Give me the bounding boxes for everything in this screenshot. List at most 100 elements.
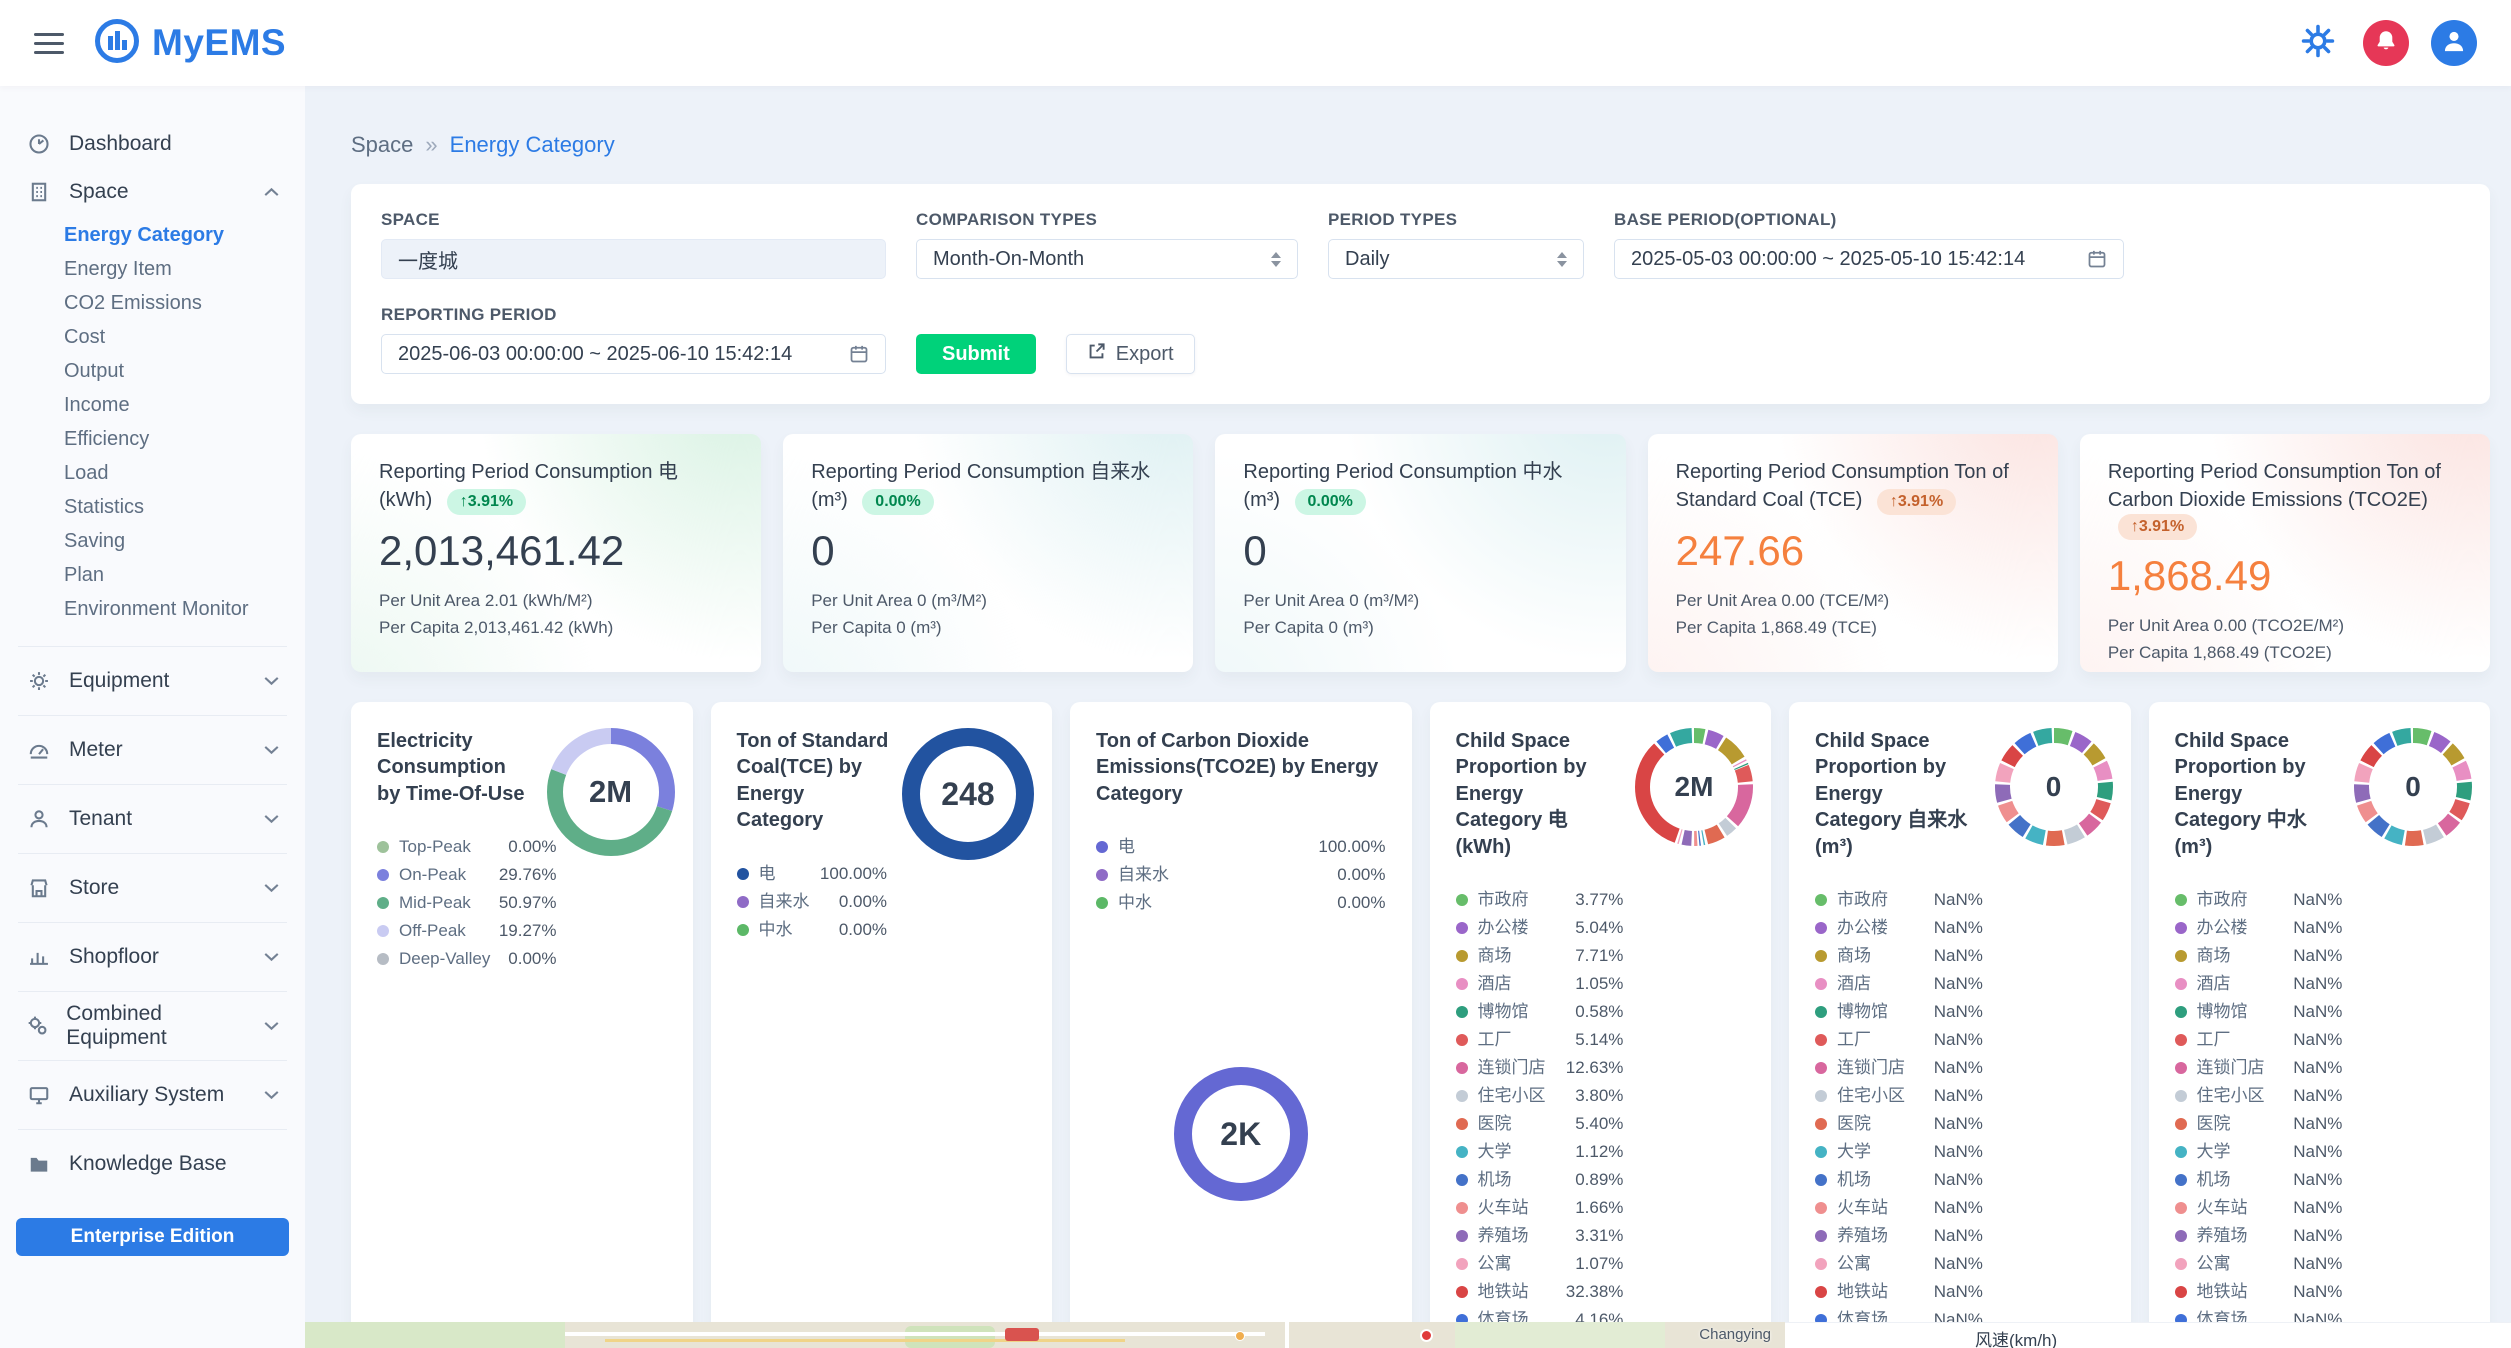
legend-item[interactable]: 养殖场3.31% bbox=[1456, 1222, 1624, 1250]
legend-item[interactable]: 商场NaN% bbox=[1815, 942, 1983, 970]
legend-item[interactable]: 火车站NaN% bbox=[2175, 1194, 2343, 1222]
brand-logo-icon bbox=[94, 18, 140, 69]
sidebar-item-dashboard[interactable]: Dashboard bbox=[0, 120, 305, 168]
legend-item[interactable]: 机场NaN% bbox=[1815, 1166, 1983, 1194]
legend-item[interactable]: 连锁门店NaN% bbox=[1815, 1054, 1983, 1082]
sidebar-item-auxiliary-system[interactable]: Auxiliary System bbox=[0, 1071, 305, 1119]
legend-item[interactable]: 机场NaN% bbox=[2175, 1166, 2343, 1194]
submit-button[interactable]: Submit bbox=[916, 334, 1036, 374]
menu-toggle-icon[interactable] bbox=[34, 33, 64, 54]
legend-item[interactable]: 电100.00% bbox=[737, 860, 888, 888]
legend-swatch bbox=[1456, 1230, 1468, 1242]
notifications-button[interactable] bbox=[2363, 20, 2409, 66]
legend-item[interactable]: Off-Peak19.27% bbox=[377, 917, 556, 945]
legend-item[interactable]: Deep-Valley0.00% bbox=[377, 945, 556, 973]
legend-item[interactable]: 博物馆0.58% bbox=[1456, 998, 1624, 1026]
sidebar-subitem[interactable]: CO2 Emissions bbox=[0, 286, 305, 320]
legend-item[interactable]: 办公楼NaN% bbox=[1815, 914, 1983, 942]
legend-item[interactable]: Mid-Peak50.97% bbox=[377, 889, 556, 917]
sidebar-subitem[interactable]: Output bbox=[0, 354, 305, 388]
account-button[interactable] bbox=[2431, 20, 2477, 66]
space-input[interactable]: 一度城 bbox=[381, 239, 886, 279]
sidebar-item-space[interactable]: Space bbox=[0, 168, 305, 216]
legend-item[interactable]: 连锁门店NaN% bbox=[2175, 1054, 2343, 1082]
map-preview[interactable]: Changying bbox=[305, 1322, 1785, 1348]
legend-item[interactable]: 办公楼NaN% bbox=[2175, 914, 2343, 942]
legend-item[interactable]: 工厂NaN% bbox=[1815, 1026, 1983, 1054]
legend-item[interactable]: 医院NaN% bbox=[2175, 1110, 2343, 1138]
base-period-label: BASE PERIOD(OPTIONAL) bbox=[1614, 210, 2124, 230]
legend-item[interactable]: 公寓NaN% bbox=[2175, 1250, 2343, 1278]
legend-item[interactable]: 火车站1.66% bbox=[1456, 1194, 1624, 1222]
legend-item[interactable]: Top-Peak0.00% bbox=[377, 833, 556, 861]
sidebar-item-meter[interactable]: Meter bbox=[0, 726, 305, 774]
sidebar-item-combined-equipment[interactable]: Combined Equipment bbox=[0, 1002, 305, 1050]
legend-label: 养殖场 bbox=[1478, 1226, 1529, 1246]
legend-item[interactable]: 工厂NaN% bbox=[2175, 1026, 2343, 1054]
legend-item[interactable]: 市政府NaN% bbox=[1815, 886, 1983, 914]
legend-item[interactable]: 博物馆NaN% bbox=[1815, 998, 1983, 1026]
legend-label: 医院 bbox=[1478, 1114, 1512, 1134]
legend-item[interactable]: 住宅小区NaN% bbox=[2175, 1082, 2343, 1110]
sidebar-subitem[interactable]: Plan bbox=[0, 558, 305, 592]
legend-item[interactable]: 大学NaN% bbox=[1815, 1138, 1983, 1166]
sidebar-subitem[interactable]: Energy Category bbox=[0, 218, 305, 252]
sidebar-subitem[interactable]: Cost bbox=[0, 320, 305, 354]
legend-item[interactable]: 公寓1.07% bbox=[1456, 1250, 1624, 1278]
legend-item[interactable]: 自来水0.00% bbox=[1096, 861, 1386, 889]
reporting-period-input[interactable]: 2025-06-03 00:00:00 ~ 2025-06-10 15:42:1… bbox=[381, 334, 886, 374]
breadcrumb-space[interactable]: Space bbox=[351, 132, 413, 157]
legend-item[interactable]: 大学1.12% bbox=[1456, 1138, 1624, 1166]
legend-item[interactable]: 工厂5.14% bbox=[1456, 1026, 1624, 1054]
sidebar-subitem[interactable]: Energy Item bbox=[0, 252, 305, 286]
sidebar-item-label: Combined Equipment bbox=[66, 1002, 247, 1050]
sidebar-item-tenant[interactable]: Tenant bbox=[0, 795, 305, 843]
legend-item[interactable]: 火车站NaN% bbox=[1815, 1194, 1983, 1222]
sidebar-subitem[interactable]: Load bbox=[0, 456, 305, 490]
sidebar-item-equipment[interactable]: Equipment bbox=[0, 657, 305, 705]
legend-item[interactable]: 自来水0.00% bbox=[737, 888, 888, 916]
legend-item[interactable]: 博物馆NaN% bbox=[2175, 998, 2343, 1026]
legend-item[interactable]: 养殖场NaN% bbox=[1815, 1222, 1983, 1250]
legend-item[interactable]: 地铁站32.38% bbox=[1456, 1278, 1624, 1306]
legend-item[interactable]: 地铁站NaN% bbox=[2175, 1278, 2343, 1306]
legend-item[interactable]: 公寓NaN% bbox=[1815, 1250, 1983, 1278]
sidebar-subitem[interactable]: Saving bbox=[0, 524, 305, 558]
legend-item[interactable]: 机场0.89% bbox=[1456, 1166, 1624, 1194]
brand-logo[interactable]: MyEMS bbox=[94, 18, 286, 69]
legend-item[interactable]: 办公楼5.04% bbox=[1456, 914, 1624, 942]
legend-item[interactable]: 酒店NaN% bbox=[1815, 970, 1983, 998]
legend-item[interactable]: 连锁门店12.63% bbox=[1456, 1054, 1624, 1082]
legend-item[interactable]: 中水0.00% bbox=[1096, 889, 1386, 917]
legend-item[interactable]: 医院5.40% bbox=[1456, 1110, 1624, 1138]
legend-item[interactable]: 酒店1.05% bbox=[1456, 970, 1624, 998]
enterprise-edition-button[interactable]: Enterprise Edition bbox=[16, 1218, 289, 1256]
legend-item[interactable]: 市政府3.77% bbox=[1456, 886, 1624, 914]
sidebar-item-knowledge-base[interactable]: Knowledge Base bbox=[0, 1140, 305, 1188]
legend-item[interactable]: 商场NaN% bbox=[2175, 942, 2343, 970]
base-period-input[interactable]: 2025-05-03 00:00:00 ~ 2025-05-10 15:42:1… bbox=[1614, 239, 2124, 279]
sidebar-subitem[interactable]: Efficiency bbox=[0, 422, 305, 456]
legend-item[interactable]: 商场7.71% bbox=[1456, 942, 1624, 970]
legend-item[interactable]: On-Peak29.76% bbox=[377, 861, 556, 889]
legend-item[interactable]: 电100.00% bbox=[1096, 833, 1386, 861]
summary-card: Reporting Period Consumption Ton of Carb… bbox=[2080, 434, 2490, 672]
legend-item[interactable]: 住宅小区3.80% bbox=[1456, 1082, 1624, 1110]
export-button[interactable]: Export bbox=[1066, 334, 1195, 374]
sidebar-subitem[interactable]: Statistics bbox=[0, 490, 305, 524]
sidebar-subitem[interactable]: Environment Monitor bbox=[0, 592, 305, 626]
legend-item[interactable]: 大学NaN% bbox=[2175, 1138, 2343, 1166]
legend-item[interactable]: 酒店NaN% bbox=[2175, 970, 2343, 998]
comparison-types-select[interactable]: Month-On-Month bbox=[916, 239, 1298, 279]
legend-item[interactable]: 养殖场NaN% bbox=[2175, 1222, 2343, 1250]
sidebar-subitem[interactable]: Income bbox=[0, 388, 305, 422]
legend-item[interactable]: 住宅小区NaN% bbox=[1815, 1082, 1983, 1110]
sidebar-item-shopfloor[interactable]: Shopfloor bbox=[0, 933, 305, 981]
legend-item[interactable]: 地铁站NaN% bbox=[1815, 1278, 1983, 1306]
legend-item[interactable]: 医院NaN% bbox=[1815, 1110, 1983, 1138]
sidebar-item-store[interactable]: Store bbox=[0, 864, 305, 912]
legend-item[interactable]: 市政府NaN% bbox=[2175, 886, 2343, 914]
legend-item[interactable]: 中水0.00% bbox=[737, 916, 888, 944]
settings-gear-button[interactable] bbox=[2295, 20, 2341, 66]
period-types-select[interactable]: Daily bbox=[1328, 239, 1584, 279]
